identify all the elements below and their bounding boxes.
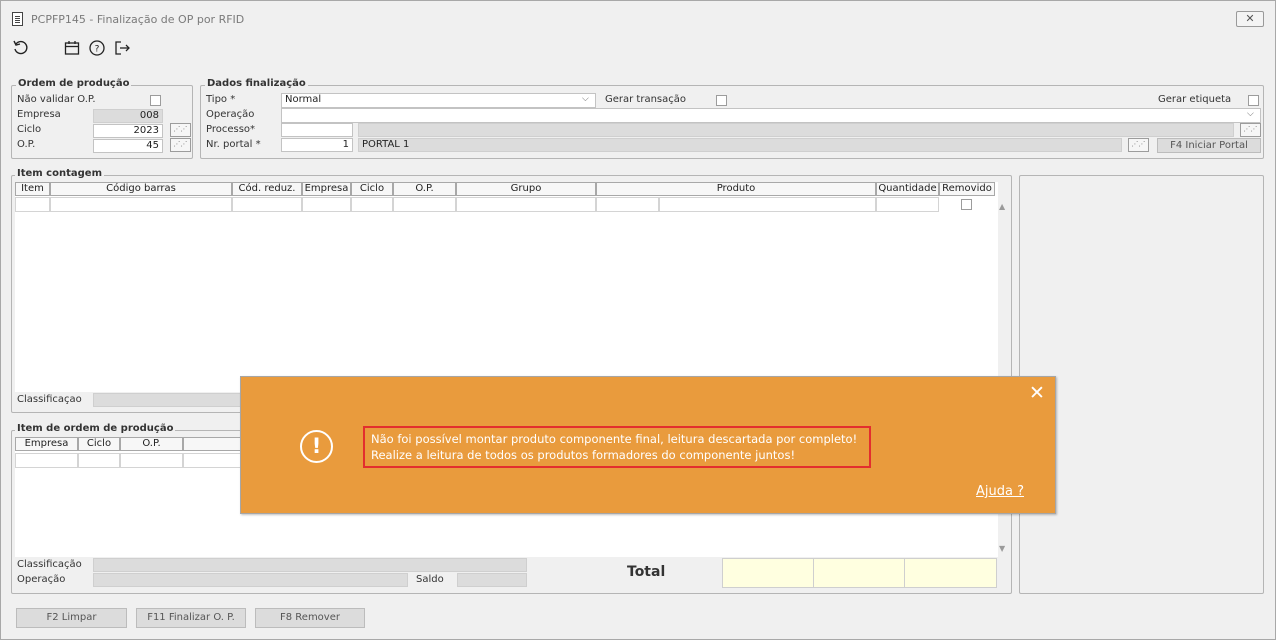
item-contagem-legend: Item contagem [15,168,104,179]
ciclo-lookup-button[interactable]: ⋰⋰ [170,123,191,137]
tipo-value: Normal [285,94,322,105]
gerar-transacao-label: Gerar transação [605,94,687,105]
gerar-etiqueta-label: Gerar etiqueta [1158,94,1232,105]
tipo-label: Tipo * [206,94,236,105]
nr-portal-label: Nr. portal * [206,139,261,150]
table-row-cell[interactable] [456,197,596,212]
window-title: PCPFP145 - Finalização de OP por RFID [31,13,245,26]
col-ciclo[interactable]: Ciclo [351,182,393,196]
saldo-field [457,573,527,587]
ordem-classificacao-label: Classificação [17,559,82,570]
title-bar: PCPFP145 - Finalização de OP por RFID ✕ [1,1,1275,37]
table-row-cell[interactable] [183,453,243,468]
op-field[interactable]: 45 [93,139,163,153]
ordem-operacao-field [93,573,408,587]
table-row-cell[interactable] [596,197,659,212]
gerar-transacao-checkbox[interactable] [716,95,727,106]
remover-button[interactable]: F8 Remover [255,608,365,628]
col-ordem-op[interactable]: O.P. [120,437,183,451]
nao-validar-checkbox[interactable] [150,95,161,106]
total-cell [722,558,814,588]
error-dialog: ✕ ! Não foi possível montar produto comp… [240,376,1056,514]
table-row-cell[interactable] [78,453,120,468]
operacao-label: Operação [206,109,255,120]
table-row-cell[interactable] [120,453,183,468]
finalizar-op-button[interactable]: F11 Finalizar O. P. [136,608,246,628]
op-lookup-button[interactable]: ⋰⋰ [170,138,191,152]
exit-icon[interactable] [112,39,132,59]
scroll-up-icon[interactable]: ▲ [999,202,1005,211]
application-window: PCPFP145 - Finalização de OP por RFID ✕ … [0,0,1276,640]
error-message-line-2: Realize a leitura de todos os produtos f… [371,448,796,462]
scroll-down-icon[interactable]: ▼ [999,544,1005,553]
operacao-select[interactable] [281,108,1261,123]
table-row-cell[interactable] [50,197,232,212]
col-quantidade[interactable]: Quantidade [876,182,939,196]
ordem-classificacao-field [93,558,527,572]
table-row-cell[interactable] [659,197,876,212]
processo-label: Processo* [206,124,256,135]
close-window-button[interactable]: ✕ [1236,11,1264,27]
total-label: Total [627,564,666,580]
col-cod-reduz[interactable]: Cód. reduz. [232,182,302,196]
empresa-label: Empresa [17,109,61,120]
col-ordem-ciclo[interactable]: Ciclo [78,437,120,451]
classificacao-label: Classificaçao [17,394,82,405]
table-row-cell[interactable] [232,197,302,212]
ordem-operacao-label: Operação [17,574,66,585]
col-grupo[interactable]: Grupo [456,182,596,196]
calendar-icon[interactable] [62,39,82,59]
op-label: O.P. [17,139,36,150]
error-message-box: Não foi possível montar produto componen… [363,426,871,468]
help-icon[interactable]: ? [87,39,107,59]
item-contagem-grid[interactable] [15,182,998,392]
document-icon [12,12,23,26]
processo-lookup-button[interactable]: ⋰⋰ [1240,123,1261,137]
operacao-chevron-down-icon[interactable]: ⌵ [1247,109,1254,119]
classificacao-field [93,393,243,407]
portal-lookup-button[interactable]: ⋰⋰ [1128,138,1149,152]
table-row-cell[interactable] [393,197,456,212]
iniciar-portal-button[interactable]: F4 Iniciar Portal [1157,138,1261,153]
ciclo-field[interactable]: 2023 [93,124,163,138]
col-ordem-empresa[interactable]: Empresa [15,437,78,451]
col-op[interactable]: O.P. [393,182,456,196]
gerar-etiqueta-checkbox[interactable] [1248,95,1259,106]
item-ordem-legend: Item de ordem de produção [15,423,176,434]
table-row-cell[interactable] [15,197,50,212]
processo-field[interactable] [281,123,353,137]
refresh-icon[interactable] [11,39,31,59]
saldo-label: Saldo [416,574,444,585]
col-removido[interactable]: Removido [939,182,995,196]
chevron-down-icon[interactable]: ⌵ [582,94,589,104]
table-row-cell[interactable] [302,197,351,212]
dados-finalizacao-legend: Dados finalização [205,78,308,89]
table-row-cell[interactable] [15,453,78,468]
ordem-producao-legend: Ordem de produção [16,78,132,89]
svg-text:?: ? [95,45,100,55]
total-cell [904,558,997,588]
col-produto[interactable]: Produto [596,182,876,196]
help-link[interactable]: Ajuda ? [976,484,1024,499]
total-cell [813,558,905,588]
nao-validar-label: Não validar O.P. [17,94,96,105]
error-message-line-1: Não foi possível montar produto componen… [371,432,858,446]
portal-name-field: PORTAL 1 [358,138,1122,152]
nr-portal-field[interactable]: 1 [281,138,353,152]
dialog-close-icon[interactable]: ✕ [1027,383,1047,403]
ciclo-label: Ciclo [17,124,42,135]
table-row-cell[interactable] [876,197,939,212]
empresa-field: 008 [93,109,163,123]
limpar-button[interactable]: F2 Limpar [16,608,127,628]
col-codigo-barras[interactable]: Código barras [50,182,232,196]
col-empresa[interactable]: Empresa [302,182,351,196]
warning-icon: ! [300,430,333,463]
processo-description [358,123,1234,137]
col-ordem-extra[interactable] [183,437,243,451]
table-row-cell[interactable] [351,197,393,212]
col-item[interactable]: Item [15,182,50,196]
tipo-select[interactable]: Normal [281,93,596,108]
removido-checkbox[interactable] [961,199,972,210]
